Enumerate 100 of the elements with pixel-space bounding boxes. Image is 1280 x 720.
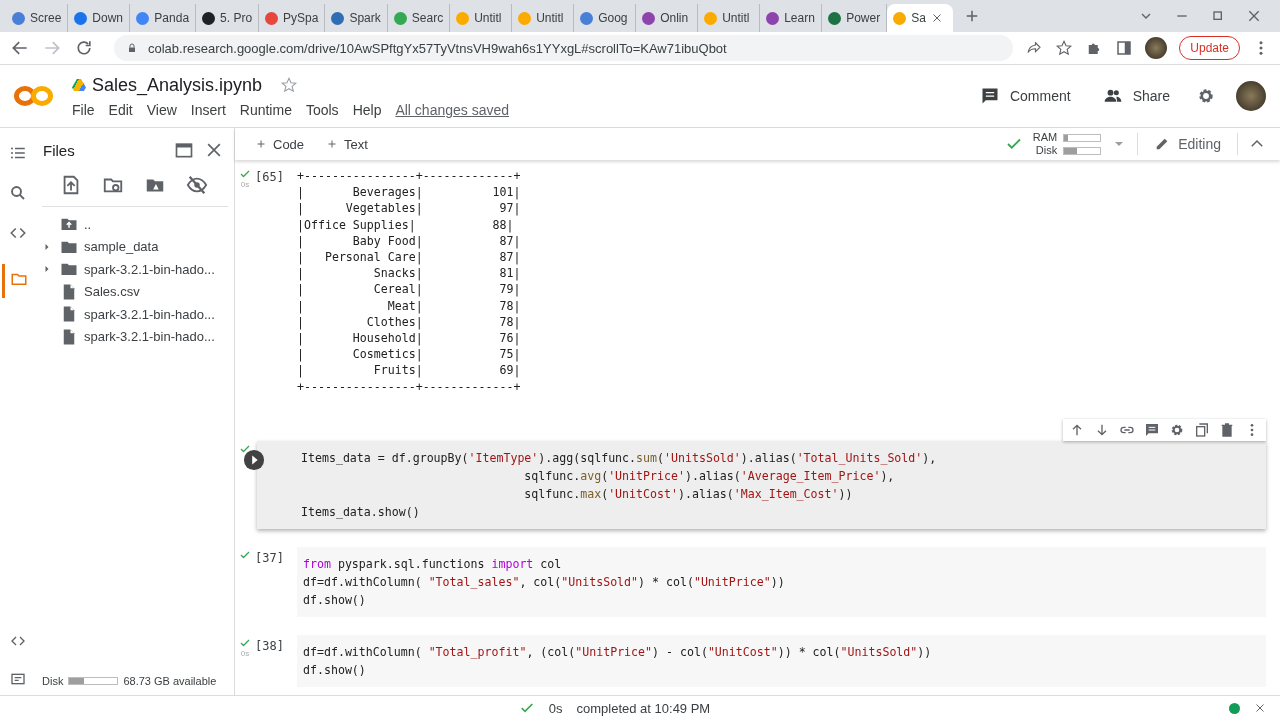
output-line: | Meat| 78| — [297, 297, 521, 314]
tab-title: Scree — [30, 11, 62, 25]
side-panel-icon[interactable] — [1115, 39, 1134, 57]
browser-tab[interactable]: 5. Pro — [196, 4, 260, 32]
update-button[interactable]: Update — [1179, 36, 1240, 60]
output-line: | Cereal| 79| — [297, 281, 521, 298]
output-line: | Personal Care| 87| — [297, 249, 521, 266]
close-icon[interactable] — [930, 12, 943, 24]
browser-tab[interactable]: Untitl — [698, 4, 761, 32]
colab-logo — [14, 84, 54, 108]
menu-item[interactable]: View — [146, 101, 177, 118]
tab-title: Learn — [784, 11, 815, 25]
hidden-eye-icon[interactable] — [186, 174, 208, 196]
resource-meter — [1063, 133, 1102, 142]
output-line: | Beverages| 101| — [297, 184, 521, 201]
search-icon[interactable] — [9, 184, 27, 202]
file-tree-entry[interactable]: .. — [36, 213, 234, 236]
output-line: | Fruits| 69| — [297, 362, 521, 379]
output-line: +----------------+-------------+ — [297, 378, 521, 395]
comment-button[interactable]: Comment — [973, 85, 1077, 107]
exec-time: 0s — [240, 648, 250, 658]
output-line: | Clothes| 78| — [297, 314, 521, 331]
browser-tab[interactable]: PySpa — [259, 4, 326, 32]
profile-avatar[interactable] — [1236, 81, 1266, 111]
add-cell-button[interactable]: Text — [320, 135, 374, 153]
run-time: 0s — [548, 700, 563, 716]
reload-icon[interactable] — [74, 38, 94, 58]
tab-title: Goog — [598, 11, 628, 25]
browser-tab[interactable]: Spark — [325, 4, 388, 32]
lock-icon — [126, 42, 138, 54]
window-icon[interactable] — [174, 140, 194, 160]
tab-title: Untitl — [536, 11, 564, 25]
menu-item[interactable]: File — [72, 101, 95, 118]
execution-count: [37] — [255, 549, 284, 565]
bookmark-star-icon[interactable] — [1055, 39, 1074, 57]
file-tree-entry[interactable]: spark-3.2.1-bin-hado... — [36, 258, 234, 281]
output-line: | Cosmetics| 75| — [297, 346, 521, 363]
plus-icon — [326, 138, 339, 150]
profile-avatar[interactable] — [1145, 37, 1168, 59]
browser-tab[interactable]: Down — [68, 4, 131, 32]
resource-label: Disk — [1035, 144, 1058, 157]
tab-title: Sa — [911, 11, 926, 25]
tab-title: 5. Pro — [220, 11, 253, 25]
disk-label: Disk — [42, 675, 64, 687]
success-check-icon — [239, 168, 251, 180]
tab-title: Searc — [411, 11, 444, 25]
browser-tab[interactable]: Untitl — [512, 4, 575, 32]
menu-item[interactable]: Insert — [190, 101, 226, 118]
browser-tab[interactable]: Searc — [387, 4, 451, 32]
star-icon[interactable] — [280, 76, 299, 94]
tab-title: PySpa — [283, 11, 319, 25]
tab-title: Power — [846, 11, 881, 25]
add-cell-button[interactable]: Code — [249, 135, 311, 153]
file-tree-entry[interactable]: sample_data — [36, 235, 234, 258]
menu-item[interactable]: Tools — [305, 101, 339, 118]
browser-tab[interactable]: Untitl — [450, 4, 513, 32]
tab-title: Spark — [349, 11, 381, 25]
tab-title: Onlin — [660, 11, 689, 25]
notebook-title[interactable]: Sales_Analysis.ipynb — [92, 74, 263, 96]
tab-title: Down — [92, 11, 124, 25]
exec-time: 0s — [240, 180, 250, 189]
share-button[interactable]: Share — [1096, 85, 1176, 107]
address-bar[interactable]: colab.research.google.com/drive/10AwSPftgYx57TyVtnsVH9wah6s1YYxgL#scrollTo=KAw71ibuQbot — [114, 35, 1014, 61]
execution-count: [38] — [255, 637, 284, 653]
editing-mode-button[interactable]: Editing — [1148, 135, 1227, 153]
code-editor[interactable]: from pyspark.sql.functions import col df=df.withColumn( "Total_sales", col("UnitsSold") * col("UnitPrice")) df.show() — [297, 546, 1266, 617]
execution-count: [65] — [255, 169, 284, 184]
output-line: | Baby Food| 87| — [297, 233, 521, 249]
file-tree-entry[interactable]: spark-3.2.1-bin-hado... — [36, 325, 234, 348]
file-tree-entry[interactable]: Sales.csv — [36, 280, 234, 303]
browser-tab[interactable]: Scree — [6, 4, 69, 32]
tab-title: Panda — [154, 11, 190, 25]
browser-tab[interactable]: Goog — [574, 4, 637, 32]
disk-usage-bar — [68, 677, 119, 685]
resource-label: RAM — [1032, 131, 1058, 144]
browser-tab[interactable]: Sa — [887, 4, 954, 32]
code-editor[interactable]: Items_data = df.groupBy('ItemType').agg(sqlfunc.sum('UnitsSold').alias('Total_Units_Sold'), sqlfunc.avg('UnitPrice').alias('Average_Item_Price'), sqlfunc.max('UnitCost').alias('Max_Item_Cost')) Items_data.show() — [257, 440, 1266, 529]
menu-item[interactable]: Help — [352, 101, 382, 118]
save-status-link[interactable]: All changes saved — [395, 101, 510, 118]
comment-icon[interactable] — [1144, 421, 1160, 438]
menu-item[interactable]: Edit — [108, 101, 133, 118]
tab-title: Untitl — [474, 11, 502, 25]
output-line: +----------------+-------------+ — [297, 168, 521, 185]
resource-meter — [1063, 146, 1102, 155]
terminal-icon[interactable] — [10, 671, 26, 687]
browser-tab[interactable]: Learn — [760, 4, 823, 32]
close-icon[interactable] — [1254, 702, 1266, 714]
output-line: |Office Supplies| 88| — [297, 216, 515, 233]
run-cell-button[interactable] — [243, 448, 265, 471]
browser-tab[interactable]: Onlin — [636, 4, 699, 32]
delete-icon[interactable] — [1219, 421, 1235, 438]
panel-title: Files — [43, 141, 75, 159]
connected-status-dot — [1229, 702, 1240, 714]
browser-tab[interactable]: Panda — [130, 4, 197, 32]
code-editor[interactable]: df=df.withColumn( "Total_profit", (col("UnitPrice") - col("UnitCost")) * col("UnitsSold")) df.show() — [297, 634, 1266, 687]
file-tree-entry[interactable]: spark-3.2.1-bin-hado... — [36, 303, 234, 326]
output-line: | Household| 76| — [297, 330, 521, 347]
plus-icon — [255, 138, 267, 150]
menu-item[interactable]: Runtime — [239, 101, 292, 118]
close-icon[interactable] — [1246, 8, 1262, 24]
